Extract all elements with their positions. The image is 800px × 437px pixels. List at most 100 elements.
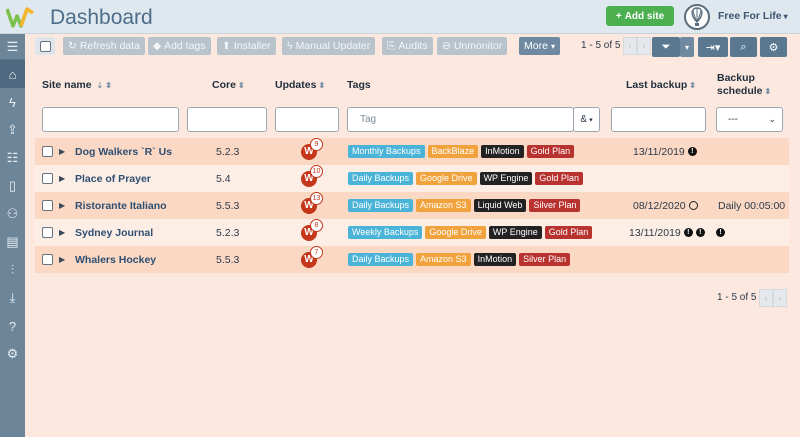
tag-label[interactable]: Silver Plan xyxy=(519,253,571,266)
updates-badge[interactable]: W7 xyxy=(301,245,323,273)
sidebar-item-help[interactable]: ? xyxy=(0,312,25,340)
row-checkbox[interactable] xyxy=(42,165,53,192)
filter-dropdown-button[interactable]: ▾ xyxy=(680,37,694,57)
tag-label[interactable]: Amazon S3 xyxy=(416,199,471,212)
sidebar-item-reports[interactable]: ▤ xyxy=(0,228,25,256)
table-row[interactable]: ▶ Ristorante Italiano 5.5.3 W 13 Daily Backup… xyxy=(35,191,789,219)
prev-page-button[interactable]: ‹ xyxy=(623,37,637,55)
refresh-data-button[interactable]: ↻ Refresh data xyxy=(63,37,145,55)
sidebar-item-bookmarks[interactable]: ▯ xyxy=(0,172,25,200)
tag-label[interactable]: Google Drive xyxy=(416,172,477,185)
tag-label[interactable]: Gold Plan xyxy=(535,172,583,185)
site-name-link[interactable]: Sydney Journal xyxy=(75,219,153,246)
export-icon: ⇥▾ xyxy=(705,41,721,54)
row-checkbox[interactable] xyxy=(42,246,53,273)
user-menu[interactable]: Free For Life ▾ xyxy=(718,10,788,22)
expand-row-icon[interactable]: ▶ xyxy=(59,192,65,219)
site-name-link[interactable]: Whalers Hockey xyxy=(75,246,156,273)
row-checkbox[interactable] xyxy=(42,219,53,246)
add-site-button[interactable]: + Add site xyxy=(606,6,674,26)
add-tags-label: Add tags xyxy=(164,40,206,52)
tag-label[interactable]: Daily Backups xyxy=(348,199,414,212)
backup-schedule-select[interactable]: --- ⌄ xyxy=(716,107,783,132)
updates-badge[interactable]: W 13 xyxy=(301,191,323,219)
updates-badge[interactable]: W 10 xyxy=(301,164,323,192)
sidebar-item-tools[interactable]: ⫶ xyxy=(0,256,25,284)
unmonitor-button[interactable]: ⊖ Unmonitor xyxy=(437,37,508,55)
sidebar-item-home[interactable]: ⌂ xyxy=(0,60,25,88)
tag-label[interactable]: Google Drive xyxy=(425,226,486,239)
balloon-icon[interactable] xyxy=(684,4,710,30)
select-all-checkbox[interactable] xyxy=(39,40,51,52)
audits-button[interactable]: ⎘ Audits xyxy=(382,37,433,55)
tag-filter-input[interactable]: Tag xyxy=(347,107,574,132)
settings-button[interactable]: ⚙ xyxy=(760,37,787,57)
row-checkbox[interactable] xyxy=(42,192,53,219)
export-button[interactable]: ⇥▾ xyxy=(698,37,728,57)
tag-label[interactable]: WP Engine xyxy=(479,172,533,185)
search-button[interactable]: ⌕ xyxy=(730,37,757,57)
alert-icon[interactable]: ! xyxy=(683,228,693,237)
tag-label[interactable]: InMotion xyxy=(473,253,517,266)
sidebar-item-users[interactable]: ⚇ xyxy=(0,200,25,228)
tag-operator-select[interactable]: & ▾ xyxy=(573,107,600,132)
row-checkbox[interactable] xyxy=(42,138,53,165)
bottom-next-page-button[interactable]: › xyxy=(773,289,787,307)
site-name-filter[interactable] xyxy=(42,107,179,132)
more-button[interactable]: More ▾ xyxy=(519,37,560,55)
site-name-link[interactable]: Place of Prayer xyxy=(75,165,151,192)
manual-updater-button[interactable]: ϟ Manual Updater xyxy=(282,37,376,55)
tag-label[interactable]: WP Engine xyxy=(488,226,542,239)
add-tags-button[interactable]: ◆ Add tags xyxy=(148,37,211,55)
expand-row-icon[interactable]: ▶ xyxy=(59,219,65,246)
core-filter[interactable] xyxy=(187,107,267,132)
sidebar-item-upload[interactable]: ⇪ xyxy=(0,116,25,144)
sidebar-item-updates[interactable]: ϟ xyxy=(0,88,25,116)
expand-row-icon[interactable]: ▶ xyxy=(59,165,65,192)
app-logo[interactable] xyxy=(6,5,34,29)
tag-label[interactable]: Amazon S3 xyxy=(416,253,471,266)
table-row[interactable]: ▶ Dog Walkers `R` Us 5.2.3 W 9 Monthly Backup… xyxy=(35,137,789,165)
column-header-updates[interactable]: Updates ⬍ xyxy=(275,79,325,91)
column-header-site-name[interactable]: Site name ⇣ ⬍ xyxy=(42,79,112,91)
updates-badge[interactable]: W9 xyxy=(301,137,323,165)
expand-row-icon[interactable]: ▶ xyxy=(59,246,65,273)
updates-filter[interactable] xyxy=(275,107,339,132)
site-name-link[interactable]: Dog Walkers `R` Us xyxy=(75,138,172,165)
column-header-core[interactable]: Core ⬍ xyxy=(212,79,245,91)
tag-label[interactable]: Gold Plan xyxy=(544,226,593,239)
sidebar-item-settings[interactable]: ⚙ xyxy=(0,340,25,368)
alert-icon[interactable]: ! xyxy=(687,147,697,156)
tag-label[interactable]: Silver Plan xyxy=(529,199,581,212)
site-name-header-label: Site name xyxy=(42,79,92,91)
tag-label[interactable]: InMotion xyxy=(481,145,524,158)
column-header-backup-schedule[interactable]: Backup schedule ⬍ xyxy=(717,72,771,98)
column-header-last-backup[interactable]: Last backup ⬍ xyxy=(626,79,696,91)
tag-label[interactable]: Gold Plan xyxy=(526,145,575,158)
tag-label[interactable]: BackBlaze xyxy=(427,145,479,158)
alert-icon[interactable]: ! xyxy=(716,228,725,237)
menu-icon[interactable]: ☰ xyxy=(0,34,25,59)
site-name-link[interactable]: Ristorante Italiano xyxy=(75,192,167,219)
table-row[interactable]: ▶ Sydney Journal 5.2.3 W 8 Weekly Backups Goog… xyxy=(35,218,789,246)
clock-icon[interactable] xyxy=(688,201,698,210)
table-row[interactable]: ▶ Whalers Hockey 5.5.3 W 7 Daily Backups Amazo… xyxy=(35,245,789,273)
last-backup-filter[interactable] xyxy=(611,107,706,132)
last-backup-cell: 13/11/2019!! xyxy=(629,219,705,246)
tag-label[interactable]: Daily Backups xyxy=(348,172,414,185)
sidebar-item-list[interactable]: ☷ xyxy=(0,144,25,172)
tag-label[interactable]: Daily Backups xyxy=(348,253,414,266)
expand-row-icon[interactable]: ▶ xyxy=(59,138,65,165)
select-all-button[interactable] xyxy=(35,37,55,55)
next-page-button[interactable]: › xyxy=(637,37,651,55)
tag-label[interactable]: Liquid Web xyxy=(473,199,527,212)
bottom-prev-page-button[interactable]: ‹ xyxy=(759,289,773,307)
table-row[interactable]: ▶ Place of Prayer 5.4 W 10 Daily Backups Googl… xyxy=(35,164,789,192)
installer-button[interactable]: ⬆ Installer xyxy=(217,37,276,55)
updates-badge[interactable]: W8 xyxy=(301,218,323,246)
sidebar-item-download[interactable]: ⤓ xyxy=(0,284,25,312)
tag-label[interactable]: Weekly Backups xyxy=(348,226,423,239)
alert-icon[interactable]: ! xyxy=(695,228,705,237)
filter-button[interactable]: ⏷ xyxy=(652,37,680,57)
tag-label[interactable]: Monthly Backups xyxy=(348,145,425,158)
